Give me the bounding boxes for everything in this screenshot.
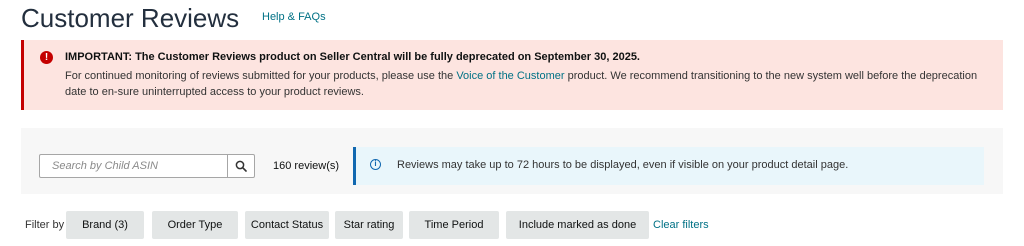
filter-time-period-button[interactable]: Time Period — [409, 211, 499, 239]
info-text: Reviews may take up to 72 hours to be di… — [397, 159, 849, 171]
filter-brand-button[interactable]: Brand (3) — [66, 211, 144, 239]
search-box — [39, 154, 255, 178]
search-input[interactable] — [40, 155, 227, 177]
info-banner: i Reviews may take up to 72 hours to be … — [353, 147, 984, 185]
alert-body-text: For continued monitoring of reviews subm… — [65, 70, 457, 82]
info-icon: i — [370, 159, 381, 170]
voice-of-customer-link[interactable]: Voice of the Customer — [456, 70, 564, 82]
filter-contact-status-button[interactable]: Contact Status — [245, 211, 329, 239]
reviews-toolbar: 160 review(s) i Reviews may take up to 7… — [21, 128, 1003, 194]
alert-body: For continued monitoring of reviews subm… — [65, 68, 995, 100]
filter-star-rating-button[interactable]: Star rating — [335, 211, 403, 239]
help-faqs-link[interactable]: Help & FAQs — [262, 11, 326, 23]
filter-by-label: Filter by — [25, 219, 65, 231]
search-button[interactable] — [227, 155, 254, 177]
filter-include-marked-done-button[interactable]: Include marked as done — [506, 211, 649, 239]
search-icon — [235, 160, 247, 172]
alert-heading: IMPORTANT: The Customer Reviews product … — [65, 51, 640, 63]
review-count: 160 review(s) — [273, 160, 340, 172]
clear-filters-link[interactable]: Clear filters — [653, 219, 709, 231]
filter-order-type-button[interactable]: Order Type — [152, 211, 238, 239]
deprecation-alert: ! IMPORTANT: The Customer Reviews produc… — [21, 40, 1003, 110]
exclamation-circle-icon: ! — [40, 51, 53, 64]
page-title: Customer Reviews — [21, 3, 240, 33]
